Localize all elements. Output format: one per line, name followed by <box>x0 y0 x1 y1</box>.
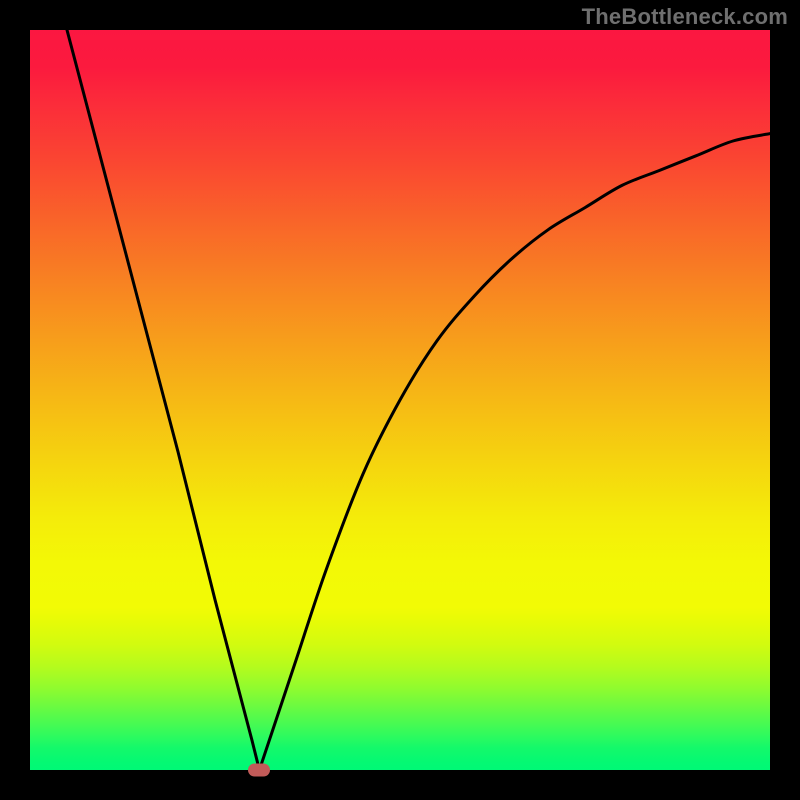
chart-frame: TheBottleneck.com <box>0 0 800 800</box>
curve-left-branch <box>67 30 259 770</box>
curve-right-branch <box>259 134 770 770</box>
watermark-text: TheBottleneck.com <box>582 4 788 30</box>
bottleneck-curve <box>30 30 770 770</box>
minimum-marker <box>248 764 270 777</box>
plot-area <box>30 30 770 770</box>
